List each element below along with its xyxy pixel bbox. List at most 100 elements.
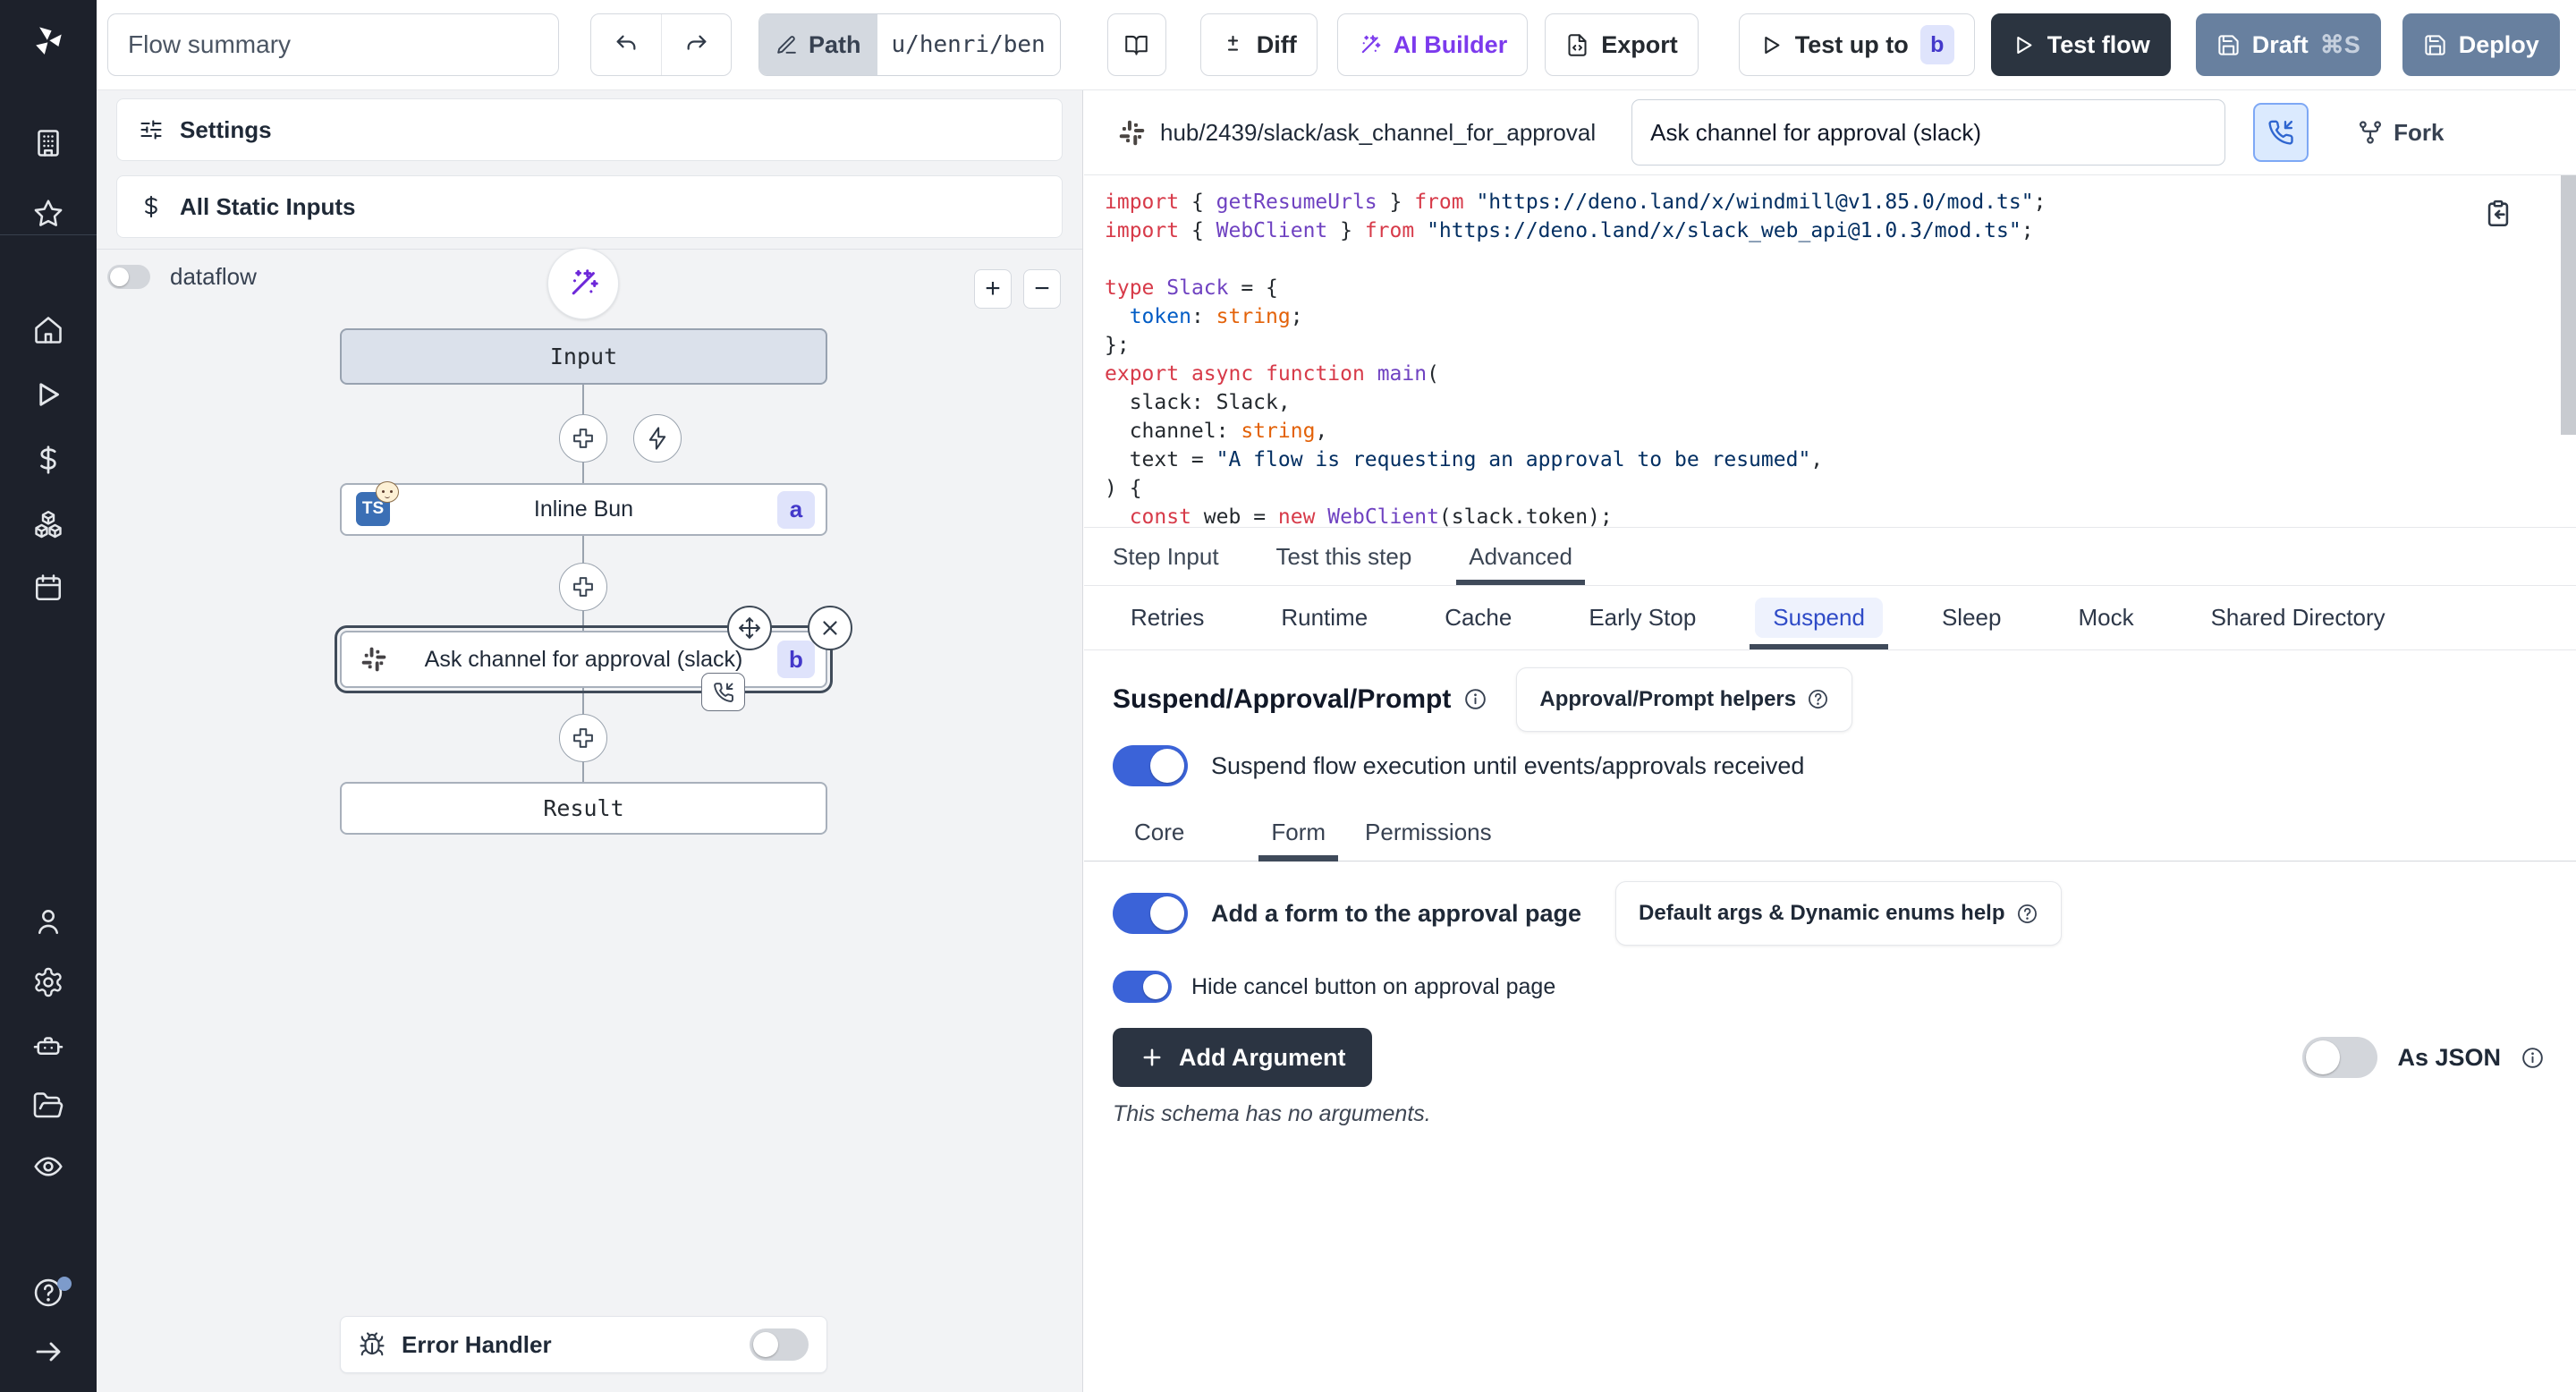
sidebar-item-home[interactable]: [0, 301, 97, 359]
insert-step-button-2[interactable]: [559, 563, 607, 611]
undo-button[interactable]: [591, 14, 661, 75]
ai-flow-wand-button[interactable]: [547, 248, 619, 319]
settings-label: Settings: [180, 116, 272, 144]
sidebar-item-workers[interactable]: [0, 1016, 97, 1074]
approval-prompt-helpers-button[interactable]: Approval/Prompt helpers: [1516, 667, 1852, 732]
node-input-label: Input: [550, 344, 617, 369]
suspend-section: Suspend/Approval/Prompt Approval/Prompt …: [1084, 650, 2576, 1392]
close-icon: [818, 616, 842, 640]
info-icon[interactable]: [2521, 1046, 2545, 1070]
tab-step-input[interactable]: Step Input: [1113, 528, 1219, 585]
empty-schema-text: This schema has no arguments.: [1113, 1101, 1431, 1127]
fork-button[interactable]: Fork: [2357, 119, 2444, 147]
tab-runtime[interactable]: Runtime: [1263, 586, 1385, 649]
sidebar-item-variables[interactable]: [0, 431, 97, 488]
as-json-label: As JSON: [2397, 1044, 2501, 1072]
docs-button[interactable]: [1107, 13, 1166, 76]
draft-shortcut: ⌘S: [2320, 31, 2360, 59]
info-icon[interactable]: [1463, 687, 1487, 711]
path-button[interactable]: Path u/henri/ben: [758, 13, 1061, 76]
as-json-toggle[interactable]: [2302, 1037, 2377, 1078]
zoom-out-button[interactable]: −: [1023, 269, 1061, 309]
plus-icon: [571, 574, 596, 599]
path-value: u/henri/ben: [877, 14, 1060, 75]
code-scrollbar-thumb[interactable]: [2561, 175, 2576, 435]
export-button[interactable]: Export: [1545, 13, 1699, 76]
sidebar-item-settings[interactable]: [0, 954, 97, 1011]
delete-step-button[interactable]: [808, 606, 852, 650]
fork-label: Fork: [2394, 119, 2444, 147]
hide-cancel-label: Hide cancel button on approval page: [1191, 974, 1555, 1000]
gear-icon: [32, 966, 64, 998]
error-handler-row[interactable]: Error Handler: [340, 1316, 827, 1373]
code-editor[interactable]: import { getResumeUrls } from "https://d…: [1084, 175, 2576, 528]
sidebar-expand-button[interactable]: [0, 1323, 97, 1380]
move-step-button[interactable]: [727, 606, 772, 650]
question-circle-icon: [2016, 903, 2038, 925]
step-name-input[interactable]: [1631, 99, 2225, 166]
add-form-toggle[interactable]: [1113, 893, 1188, 934]
sidebar-item-runs[interactable]: [0, 366, 97, 423]
play-icon: [1759, 33, 1784, 57]
clipboard-paste-icon[interactable]: [2483, 199, 2513, 229]
hide-cancel-row: Hide cancel button on approval page: [1113, 965, 1555, 1008]
default-args-label: Default args & Dynamic enums help: [1639, 901, 2004, 926]
insert-step-button-3[interactable]: [559, 714, 607, 762]
tab-core[interactable]: Core: [1134, 804, 1184, 861]
help-notification-dot: [57, 1277, 72, 1291]
zap-icon: [645, 426, 670, 451]
add-argument-button[interactable]: Add Argument: [1113, 1028, 1372, 1087]
tab-test-this-step[interactable]: Test this step: [1276, 528, 1412, 585]
node-inline-bun-id-badge: a: [777, 491, 815, 529]
tab-suspend[interactable]: Suspend: [1755, 586, 1883, 649]
dataflow-toggle[interactable]: [107, 265, 150, 289]
flow-settings-button[interactable]: Settings: [116, 98, 1063, 161]
node-result[interactable]: Result: [340, 782, 827, 835]
error-handler-label: Error Handler: [402, 1331, 552, 1359]
sidebar-item-workspace[interactable]: [0, 115, 97, 172]
sidebar-item-audit-logs[interactable]: [0, 1138, 97, 1195]
sidebar-item-resources[interactable]: [0, 496, 97, 553]
robot-icon: [32, 1029, 64, 1061]
suspend-execution-toggle[interactable]: [1113, 745, 1188, 786]
diff-icon: [1221, 33, 1245, 57]
insert-step-button-1[interactable]: [559, 414, 607, 463]
all-static-inputs-button[interactable]: All Static Inputs: [116, 175, 1063, 238]
tab-early-stop[interactable]: Early Stop: [1571, 586, 1714, 649]
redo-button[interactable]: [661, 14, 731, 75]
trigger-button[interactable]: [633, 414, 682, 463]
error-handler-toggle[interactable]: [750, 1328, 809, 1361]
tab-advanced[interactable]: Advanced: [1469, 528, 1572, 585]
node-inline-bun[interactable]: TS Inline Bun a: [340, 483, 827, 536]
question-circle-icon: [1807, 688, 1829, 710]
sidebar-item-help[interactable]: [0, 1264, 97, 1321]
tab-sleep[interactable]: Sleep: [1924, 586, 2020, 649]
ai-builder-button[interactable]: AI Builder: [1337, 13, 1529, 76]
diff-button[interactable]: Diff: [1200, 13, 1318, 76]
tab-shared-directory[interactable]: Shared Directory: [2193, 586, 2403, 649]
sidebar-item-schedules[interactable]: [0, 559, 97, 616]
windmill-logo-icon[interactable]: [0, 13, 97, 70]
sidebar-item-users[interactable]: [0, 893, 97, 950]
flow-summary-input[interactable]: [107, 13, 559, 76]
draft-label: Draft: [2252, 31, 2309, 59]
add-form-row: Add a form to the approval page Default …: [1113, 881, 2545, 946]
tab-cache[interactable]: Cache: [1427, 586, 1530, 649]
bug-icon: [359, 1331, 386, 1358]
default-args-help-button[interactable]: Default args & Dynamic enums help: [1615, 881, 2061, 946]
save-draft-button[interactable]: Draft ⌘S: [2196, 13, 2381, 76]
tab-mock[interactable]: Mock: [2060, 586, 2151, 649]
deploy-button[interactable]: Deploy: [2402, 13, 2560, 76]
sidebar-item-folders[interactable]: [0, 1077, 97, 1134]
tab-form[interactable]: Form: [1271, 804, 1326, 861]
test-flow-button[interactable]: Test flow: [1991, 13, 2171, 76]
test-up-to-button[interactable]: Test up to b: [1739, 13, 1975, 76]
suspend-status-button[interactable]: [2253, 103, 2309, 162]
hide-cancel-toggle[interactable]: [1113, 971, 1172, 1003]
helpers-button-label: Approval/Prompt helpers: [1539, 687, 1796, 712]
tab-permissions[interactable]: Permissions: [1365, 804, 1492, 861]
zoom-in-button[interactable]: +: [974, 269, 1012, 309]
as-json-group: As JSON: [2302, 1037, 2545, 1078]
tab-retries[interactable]: Retries: [1113, 586, 1222, 649]
node-input[interactable]: Input: [340, 328, 827, 385]
